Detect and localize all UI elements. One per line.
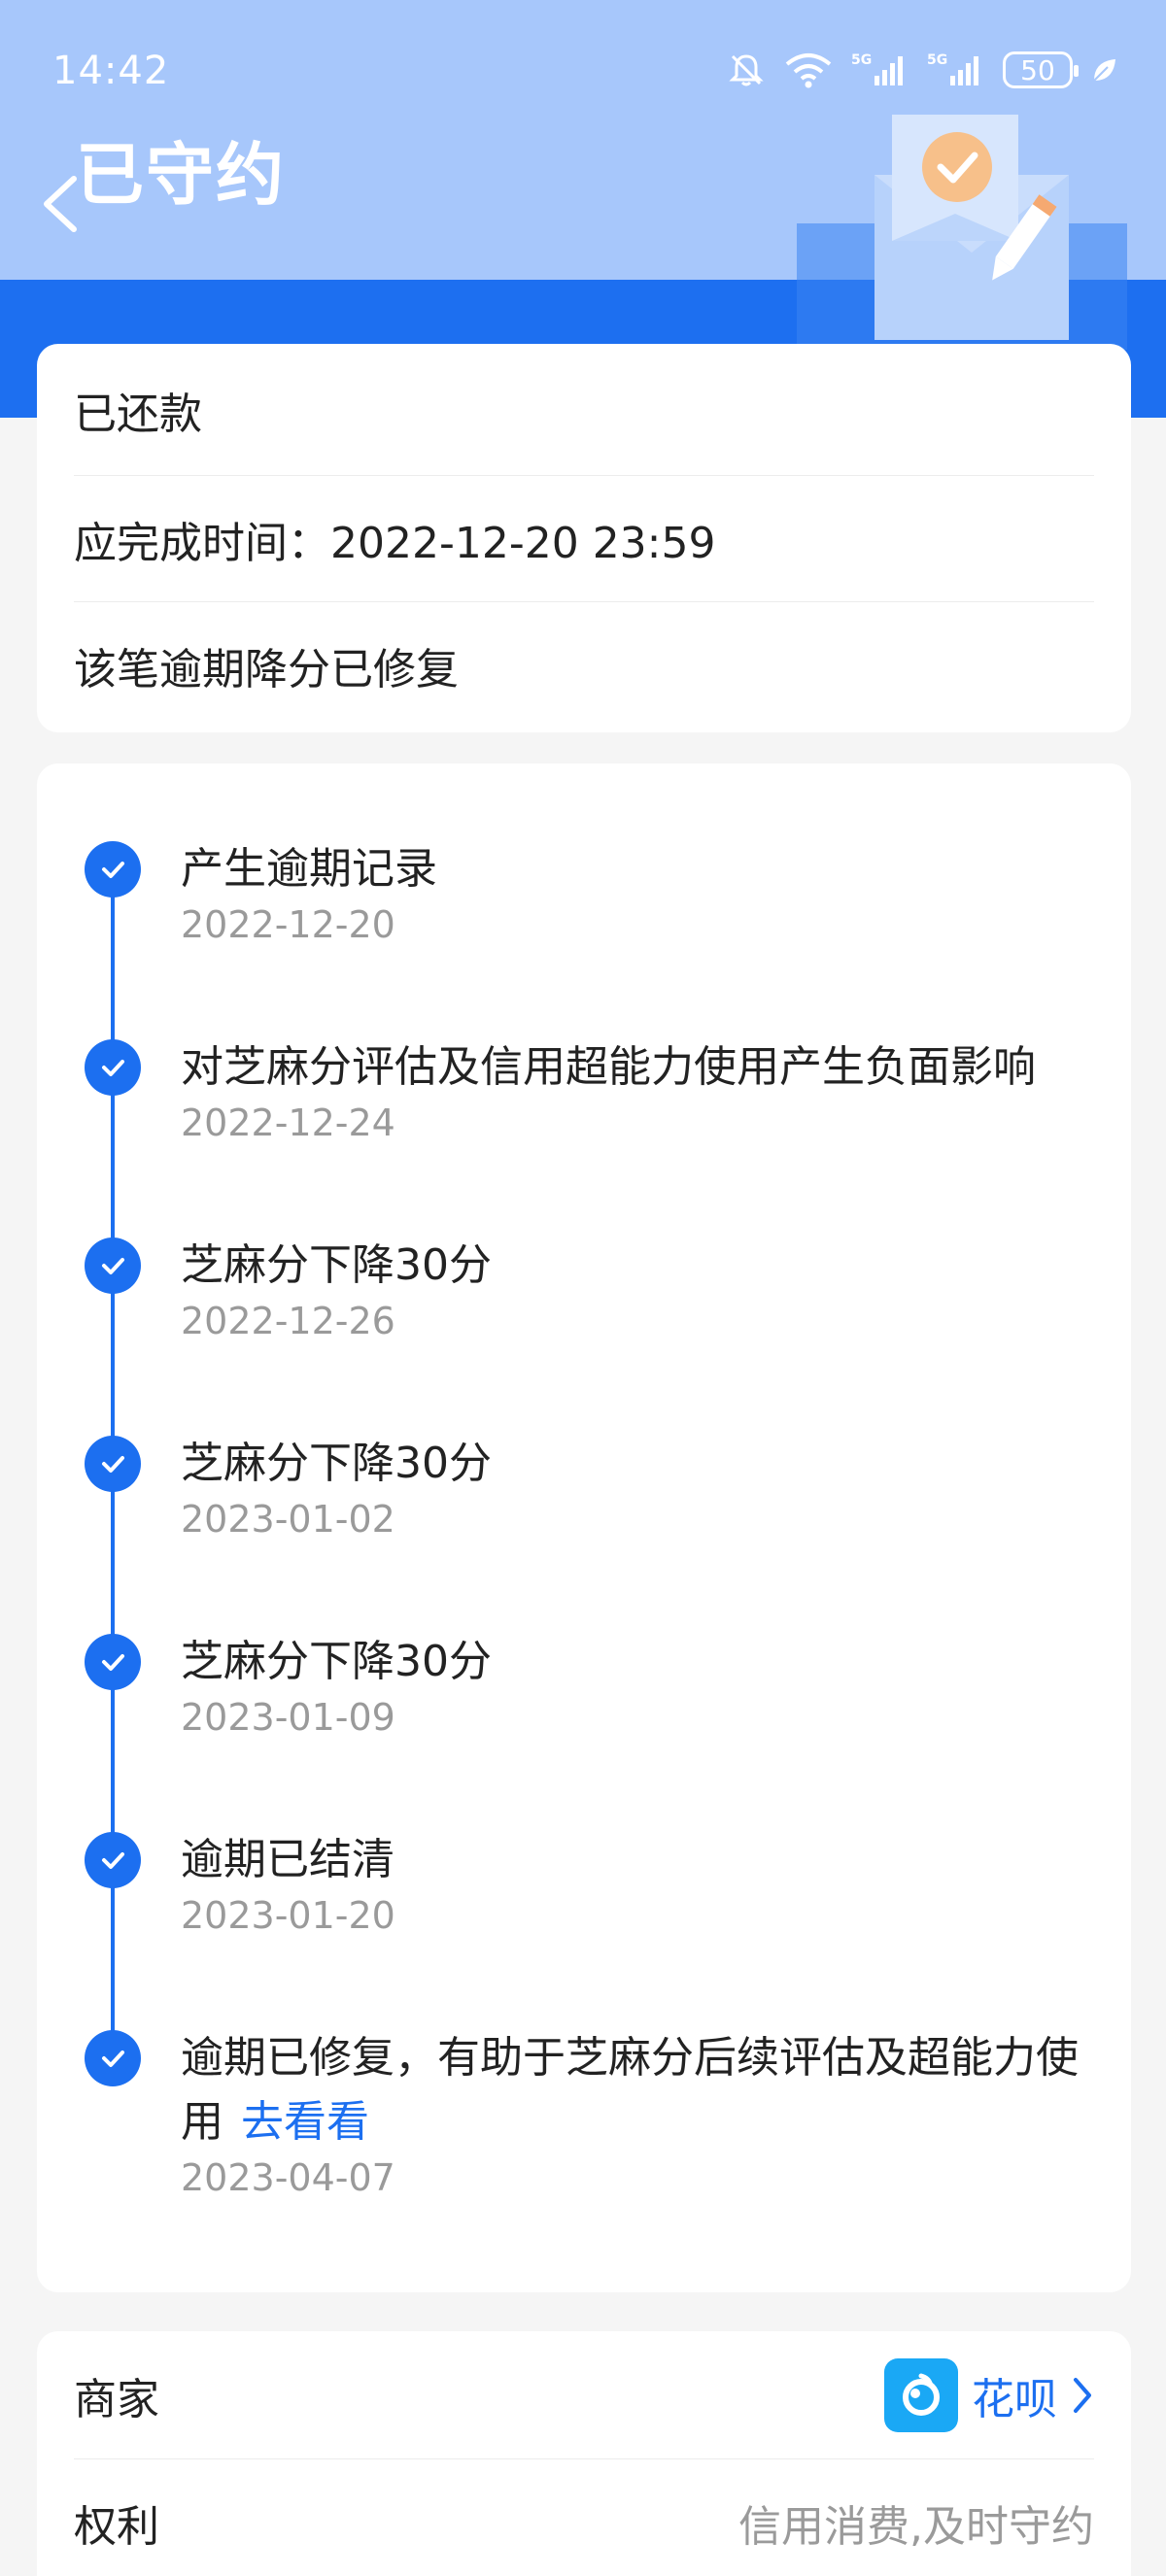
details-card: 商家 花呗 权利 信用消费,及时守约	[37, 2331, 1131, 2576]
summary-card: 已还款 应完成时间：2022-12-20 23:59 该笔逾期降分已修复	[37, 344, 1131, 732]
timeline-title: 产生逾期记录	[181, 844, 437, 894]
deadline-row: 应完成时间：2022-12-20 23:59	[74, 476, 1094, 602]
timeline-date: 2022-12-26	[181, 1300, 395, 1342]
timeline-date: 2022-12-20	[181, 903, 395, 946]
envelope-check-pencil-illustration	[797, 115, 1127, 350]
check-circle-icon	[85, 1634, 141, 1690]
timeline-date: 2023-01-20	[181, 1894, 395, 1937]
view-more-link[interactable]: 去看看	[241, 2097, 369, 2147]
status-time: 14:42	[52, 49, 170, 93]
svg-text:5G: 5G	[927, 52, 947, 68]
timeline-date: 2023-04-07	[181, 2156, 395, 2199]
check-circle-icon	[85, 1436, 141, 1492]
timeline-title: 逾期已结清	[181, 1835, 394, 1884]
rights-label: 权利	[74, 2502, 159, 2552]
timeline-title: 对芝麻分评估及信用超能力使用产生负面影响	[181, 1042, 1036, 1092]
timeline-title: 芝麻分下降30分	[181, 1439, 492, 1488]
deadline-text: 应完成时间：2022-12-20 23:59	[74, 518, 716, 568]
merchant-value: 花呗	[972, 2374, 1057, 2424]
mute-bell-icon	[727, 51, 766, 89]
wifi-icon	[783, 51, 834, 89]
check-circle-icon	[85, 2030, 141, 2086]
note-row: 该笔逾期降分已修复	[74, 602, 1094, 729]
leaf-icon	[1090, 55, 1119, 85]
repair-note: 该笔逾期降分已修复	[74, 645, 459, 695]
timeline-date: 2022-12-24	[181, 1102, 395, 1144]
page-title: 已守约	[76, 135, 286, 215]
battery-icon: 50	[1003, 51, 1079, 88]
timeline-title: 芝麻分下降30分	[181, 1637, 492, 1686]
check-circle-icon	[85, 1832, 141, 1888]
check-circle-icon	[85, 1039, 141, 1096]
status-icons: 5G 5G 50	[727, 51, 1119, 89]
timeline-card: 产生逾期记录 2022-12-20 对芝麻分评估及信用超能力使用产生负面影响 2…	[37, 763, 1131, 2292]
rights-row: 权利 信用消费,及时守约	[74, 2459, 1094, 2576]
5g-signal-icon: 5G	[927, 51, 985, 89]
5g-signal-icon: 5G	[851, 51, 909, 89]
timeline-date: 2023-01-02	[181, 1498, 395, 1541]
timeline-title: 逾期已修复，有助于芝麻分后续评估及超能力使用 去看看	[181, 2026, 1094, 2154]
repayment-status: 已还款	[74, 389, 202, 439]
status-bar: 14:42 5G 5G 50	[0, 43, 1166, 101]
merchant-label: 商家	[74, 2374, 159, 2424]
chevron-right-icon	[1074, 2377, 1091, 2413]
timeline-title: 芝麻分下降30分	[181, 1240, 492, 1290]
svg-text:5G: 5G	[851, 52, 872, 68]
check-circle-icon	[85, 1237, 141, 1294]
check-circle-icon	[85, 841, 141, 898]
merchant-row[interactable]: 商家 花呗	[74, 2331, 1094, 2459]
status-row: 已还款	[74, 344, 1094, 476]
merchant-link[interactable]: 花呗	[884, 2357, 1094, 2432]
rights-value: 信用消费,及时守约	[738, 2502, 1094, 2552]
huabei-logo-icon	[884, 2357, 958, 2432]
timeline-date: 2023-01-09	[181, 1696, 395, 1739]
